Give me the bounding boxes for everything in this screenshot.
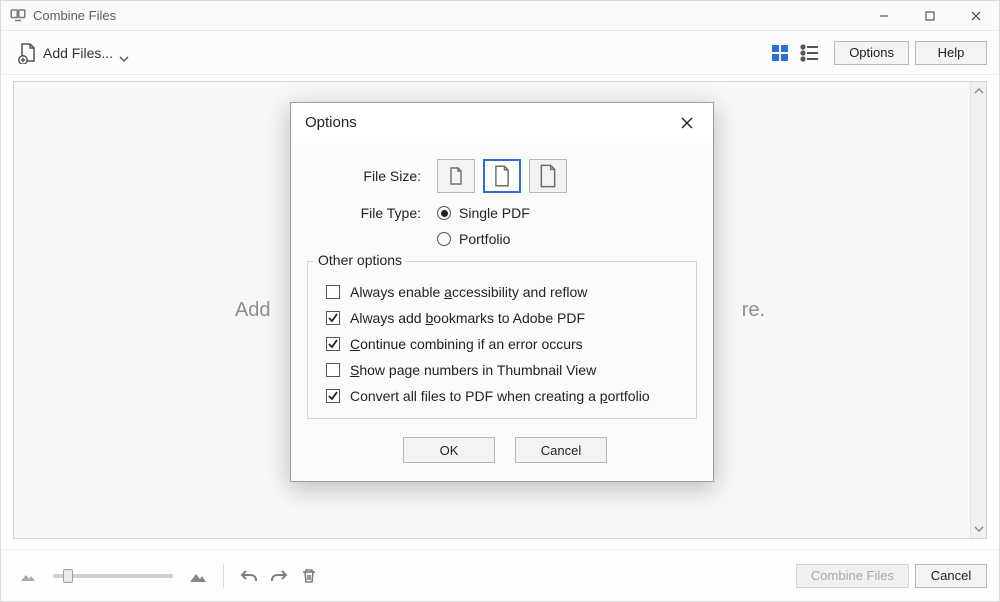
- options-button[interactable]: Options: [834, 41, 909, 65]
- add-files-icon: [17, 42, 37, 64]
- checkbox-label: Continue combining if an error occurs: [350, 336, 583, 352]
- radio-icon: [437, 206, 451, 220]
- vertical-scrollbar[interactable]: [970, 82, 986, 538]
- scroll-down-icon: [974, 524, 984, 534]
- checkbox-icon: [326, 311, 340, 325]
- checkbox-icon: [326, 337, 340, 351]
- checkbox-icon: [326, 363, 340, 377]
- file-size-large[interactable]: [529, 159, 567, 193]
- dialog-ok-button[interactable]: OK: [403, 437, 495, 463]
- app-icon: [9, 7, 27, 25]
- bottom-toolbar: Combine Files Cancel: [1, 549, 999, 601]
- help-button[interactable]: Help: [915, 41, 987, 65]
- combine-files-button: Combine Files: [796, 564, 909, 588]
- checkbox-label: Convert all files to PDF when creating a…: [350, 388, 650, 404]
- checkbox-label: Show page numbers in Thumbnail View: [350, 362, 596, 378]
- checkbox-label: Always enable accessibility and reflow: [350, 284, 587, 300]
- radio-label: Portfolio: [459, 231, 510, 247]
- other-options-legend: Other options: [314, 252, 406, 268]
- checkbox-icon: [326, 285, 340, 299]
- other-options-group: Other options Always enable accessibilit…: [307, 261, 697, 419]
- caret-down-icon: [119, 50, 129, 56]
- add-files-label: Add Files...: [43, 45, 113, 61]
- checkbox-continue-on-error[interactable]: Continue combining if an error occurs: [326, 336, 684, 352]
- zoom-slider-thumb[interactable]: [63, 569, 73, 583]
- window-maximize-button[interactable]: [907, 1, 953, 31]
- thumbnail-view-button[interactable]: [768, 41, 792, 65]
- add-files-dropdown[interactable]: Add Files...: [13, 38, 133, 68]
- undo-button[interactable]: [238, 565, 260, 587]
- checkbox-label: Always add bookmarks to Adobe PDF: [350, 310, 585, 326]
- window-minimize-button[interactable]: [861, 1, 907, 31]
- scroll-up-icon: [974, 86, 984, 96]
- file-size-default[interactable]: [483, 159, 521, 193]
- window-title: Combine Files: [33, 8, 116, 23]
- file-size-label: File Size:: [307, 168, 437, 184]
- radio-icon: [437, 232, 451, 246]
- file-size-small[interactable]: [437, 159, 475, 193]
- checkbox-icon: [326, 389, 340, 403]
- options-dialog: Options File Size: File Type: Single PDF: [290, 102, 714, 482]
- zoom-small-icon: [17, 565, 39, 587]
- dialog-titlebar: Options: [291, 103, 713, 143]
- radio-label: Single PDF: [459, 205, 530, 221]
- checkbox-accessibility[interactable]: Always enable accessibility and reflow: [326, 284, 684, 300]
- delete-button[interactable]: [298, 565, 320, 587]
- redo-button[interactable]: [268, 565, 290, 587]
- checkbox-bookmarks[interactable]: Always add bookmarks to Adobe PDF: [326, 310, 684, 326]
- dialog-title: Options: [305, 114, 357, 131]
- checkbox-page-numbers[interactable]: Show page numbers in Thumbnail View: [326, 362, 684, 378]
- dialog-cancel-button[interactable]: Cancel: [515, 437, 607, 463]
- list-view-button[interactable]: [798, 41, 822, 65]
- file-type-label: File Type:: [307, 203, 437, 221]
- file-type-portfolio-radio[interactable]: Portfolio: [437, 231, 530, 247]
- window-titlebar: Combine Files: [1, 1, 999, 31]
- dialog-close-button[interactable]: [675, 111, 699, 135]
- toolbar: Add Files... Options Help: [1, 31, 999, 75]
- file-type-single-radio[interactable]: Single PDF: [437, 205, 530, 221]
- checkbox-convert-to-pdf[interactable]: Convert all files to PDF when creating a…: [326, 388, 684, 404]
- zoom-large-icon: [187, 565, 209, 587]
- window-close-button[interactable]: [953, 1, 999, 31]
- separator: [223, 564, 224, 588]
- zoom-slider[interactable]: [53, 574, 173, 578]
- cancel-button[interactable]: Cancel: [915, 564, 987, 588]
